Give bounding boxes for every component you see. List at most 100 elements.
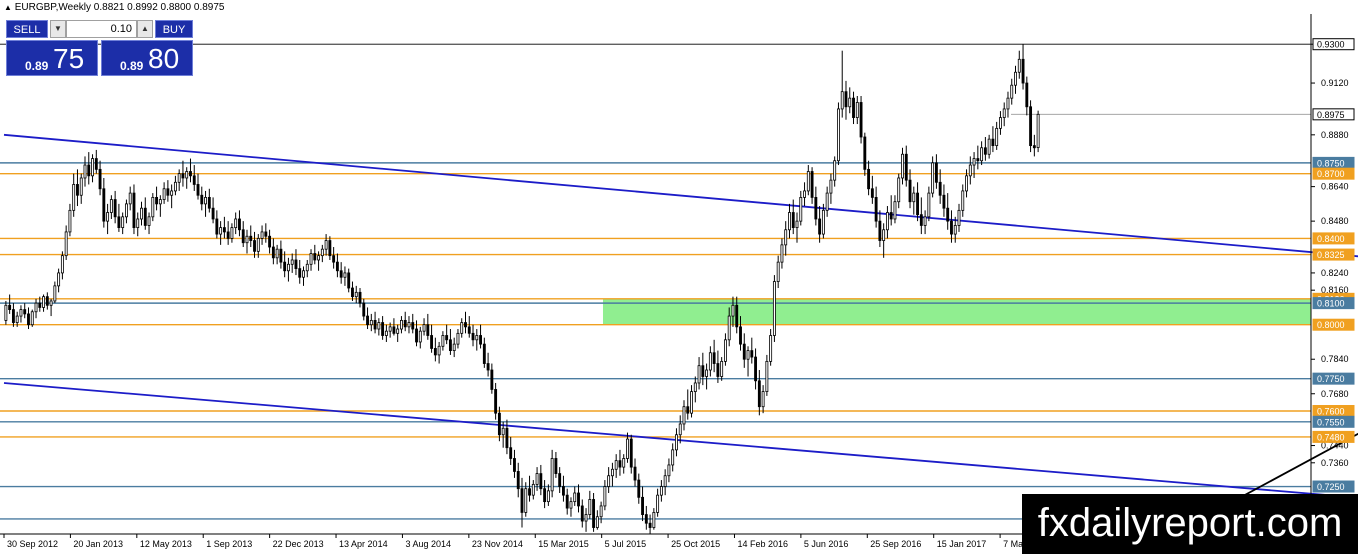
candle-body (467, 326, 471, 334)
candle-body (633, 466, 637, 481)
candle-body (618, 460, 622, 468)
y-tick-label: 0.7840 (1321, 354, 1349, 364)
candle-body (494, 389, 498, 414)
candle-body (780, 244, 784, 263)
candle-body (4, 304, 8, 321)
candle-body (863, 136, 867, 170)
candle-body (486, 363, 490, 371)
x-tick-label: 15 Jan 2017 (937, 539, 987, 549)
candle-body (923, 216, 927, 226)
candle-body (222, 227, 226, 233)
candle-body (983, 147, 987, 155)
candle-body (739, 326, 742, 345)
candle-body (317, 255, 321, 261)
candle-body (211, 207, 215, 220)
candle-body (339, 270, 343, 278)
candle-body (893, 201, 897, 220)
candle-body (885, 212, 889, 231)
candle-body (102, 188, 106, 222)
candle-body (1017, 58, 1021, 73)
candle-body (1021, 58, 1025, 84)
candle-body (912, 192, 916, 203)
candle-body (772, 281, 776, 336)
candle-body (626, 438, 629, 459)
candle-body (972, 158, 976, 166)
candle-body (622, 458, 626, 468)
buy-button[interactable]: BUY (155, 20, 193, 38)
candle-body (72, 184, 76, 211)
candle-body (34, 302, 38, 313)
candle-body (437, 345, 441, 356)
candle-body (705, 369, 709, 377)
candle-body (177, 173, 181, 183)
candle-body (1006, 97, 1010, 110)
level-label-text: 0.8100 (1317, 299, 1345, 309)
y-tick-label: 0.8480 (1321, 216, 1349, 226)
candle-body (629, 438, 633, 468)
buy-price-button[interactable]: 0.89 80 (101, 40, 193, 76)
candle-body (1014, 71, 1017, 86)
candle-body (196, 184, 200, 196)
candle-body (584, 514, 588, 522)
lot-size-input[interactable]: 0.10 (66, 20, 137, 38)
candle-body (901, 153, 904, 179)
candle-body (23, 309, 27, 315)
x-tick-label: 1 Sep 2013 (206, 539, 252, 549)
candle-body (592, 499, 596, 528)
candle-body (234, 218, 238, 229)
candle-body (147, 216, 151, 226)
level-label-text: 0.8000 (1317, 320, 1345, 330)
candle-body (874, 197, 878, 222)
candle-body (158, 199, 162, 205)
lot-increase-button[interactable]: ▲ (137, 20, 153, 38)
candle-body (659, 486, 663, 496)
candle-body (166, 188, 170, 196)
candle-body (595, 516, 599, 528)
candle-body (42, 296, 45, 308)
candle-body (546, 490, 550, 503)
candle-body (950, 220, 953, 235)
candle-body (535, 473, 539, 485)
candle-body (995, 127, 999, 147)
y-tick-label: 0.9120 (1321, 78, 1349, 88)
candle-body (720, 360, 724, 377)
sell-price-button[interactable]: 0.89 75 (6, 40, 98, 76)
candle-body (852, 97, 855, 118)
candle-body (524, 488, 528, 513)
candle-body (505, 427, 509, 449)
candle-body (275, 248, 279, 259)
candle-body (716, 363, 720, 377)
candle-body (957, 209, 961, 226)
candle-body (577, 492, 580, 507)
candle-body (358, 291, 362, 304)
candle-body (396, 328, 400, 334)
candle-body (128, 192, 132, 205)
candle-body (795, 220, 799, 229)
candle-body (433, 348, 437, 356)
candle-body (848, 97, 852, 108)
candle-body (953, 225, 957, 235)
candle-body (445, 335, 449, 341)
candle-body (870, 188, 874, 198)
candle-body (215, 218, 219, 235)
candle-body (825, 192, 829, 211)
x-tick-label: 5 Jul 2015 (605, 539, 647, 549)
candle-body (173, 181, 177, 192)
candle-body (268, 235, 272, 248)
sell-button[interactable]: SELL (6, 20, 48, 38)
candle-body (200, 194, 204, 205)
candle-body (867, 168, 871, 190)
x-tick-label: 25 Oct 2015 (671, 539, 720, 549)
candle-body (106, 212, 110, 222)
candles-layer (4, 44, 1040, 534)
x-tick-label: 12 May 2013 (140, 539, 192, 549)
lot-decrease-button[interactable]: ▼ (50, 20, 66, 38)
candle-body (392, 326, 396, 334)
price-chart[interactable]: 0.9300 0.9120 0.8880 0.8640 0.8480 0.8240 0.81… (0, 0, 1358, 554)
sell-price-prefix: 0.89 (25, 59, 49, 73)
candle-body (418, 330, 422, 343)
candle-body (369, 319, 373, 326)
candle-body (607, 475, 611, 487)
candle-body (513, 458, 516, 472)
candle-body (569, 501, 573, 509)
